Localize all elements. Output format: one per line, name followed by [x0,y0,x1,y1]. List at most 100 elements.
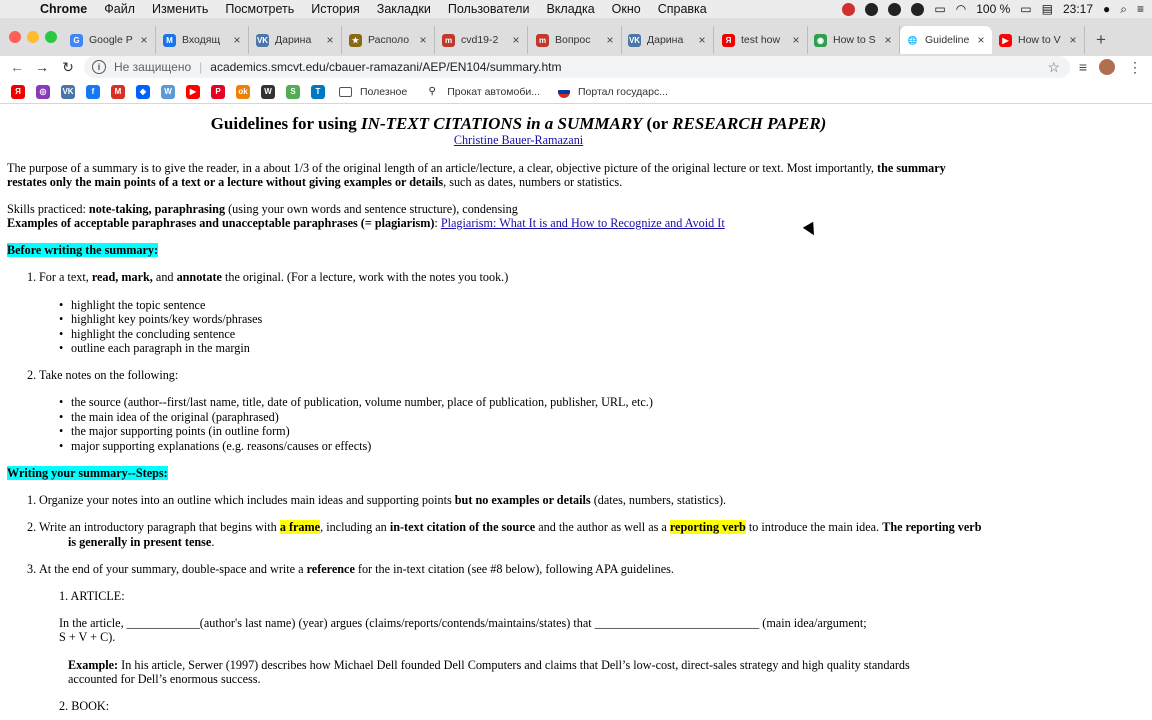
clock[interactable]: 23:17 [1063,2,1093,16]
tab-favicon-icon: 🌐 [907,35,918,45]
address-bar[interactable]: i Не защищено | academics.smcvt.edu/cbau… [84,56,1070,78]
tab-close-icon[interactable]: × [881,33,895,47]
browser-tab[interactable]: M Входящ × [157,26,249,54]
subitem-book: 2. BOOK: [59,699,110,713]
record-icon[interactable] [842,2,856,16]
window-minimize-button[interactable] [27,31,39,43]
step-text: Organize your notes into an outline whic… [39,493,455,507]
tab-close-icon[interactable]: × [974,33,988,47]
bookmark-vk-icon[interactable]: VK [61,84,75,99]
sync-icon[interactable] [911,2,925,16]
tab-close-icon[interactable]: × [603,33,617,47]
back-button[interactable]: ← [8,58,26,76]
forward-button[interactable]: → [33,58,51,76]
browser-tab[interactable]: ▶ How to V × [993,26,1085,54]
media-control-icon[interactable]: ≡ [1074,58,1092,76]
browser-tab[interactable]: VK Дарина × [622,26,714,54]
tab-favicon-icon: ★ [349,33,362,47]
input-source-flag-icon[interactable]: ▤ [1042,2,1053,16]
menu-edit[interactable]: Изменить [152,2,208,16]
list-number: 1. [27,493,37,507]
status-icon[interactable] [865,2,879,16]
bookmark-pinterest-icon[interactable]: P [211,84,225,99]
bookmark-wikipedia-icon[interactable]: W [261,84,275,99]
menu-window[interactable]: Окно [612,2,641,16]
browser-tab[interactable]: 🌐 Guideline × [900,26,992,54]
tab-close-icon[interactable]: × [230,33,244,47]
wifi-icon[interactable]: ◠ [956,2,966,16]
battery-icon[interactable]: ▭ [1020,2,1031,16]
tab-close-icon[interactable]: × [695,33,709,47]
browser-tab[interactable]: G Google P × [64,26,156,54]
bookmark-star-icon[interactable]: ☆ [1047,59,1060,76]
bookmark-label: Полезное [360,85,408,98]
step-text: At the end of your summary, double-space… [39,562,307,576]
window-zoom-button[interactable] [45,31,57,43]
bookmarks-bar: Я ◎ VK f M ◆ W ▶ Pok W S T Полезное ⚲ Прокат автомо… [0,80,1152,104]
menu-file[interactable]: Файл [104,2,135,16]
tab-close-icon[interactable]: × [416,33,430,47]
list-item: highlight the topic sentence [59,298,205,313]
article-template-line1: In the article, ____________(author's la… [59,616,867,630]
window-close-button[interactable] [9,31,21,43]
bookmark-facebook-icon[interactable]: f [86,84,100,99]
tab-close-icon[interactable]: × [1066,33,1080,47]
browser-tab[interactable]: m cvd19-2 × [436,26,528,54]
bookmark-car-rental[interactable]: ⚲ Прокат автомоби... [425,85,540,99]
bookmark-youtube-icon[interactable]: ▶ [186,84,200,99]
cloud-icon[interactable] [888,2,902,16]
url-text[interactable]: academics.smcvt.edu/cbauer-ramazani/AEP/… [210,60,561,74]
tab-close-icon[interactable]: × [323,33,337,47]
bookmark-dropbox-icon[interactable]: ◆ [136,84,150,99]
user-icon[interactable]: ● [1103,2,1110,16]
spotlight-search-icon[interactable]: ⌕ [1120,2,1127,17]
browser-tab[interactable]: VK Дарина × [250,26,342,54]
tab-favicon-icon: m [442,33,455,47]
menu-history[interactable]: История [311,2,359,16]
skills-line: Skills practiced: note-taking, paraphras… [7,202,518,217]
menu-people[interactable]: Пользователи [448,2,530,16]
menu-help[interactable]: Справка [658,2,707,16]
browser-tab[interactable]: m Вопрос × [530,26,622,54]
writing-steps-heading: Writing your summary--Steps: [7,466,168,481]
step-bold: in-text citation of the source [389,520,536,534]
author-link[interactable]: Christine Bauer-Ramazani [454,133,583,147]
menu-bookmarks[interactable]: Закладки [377,2,431,16]
bookmark-wildberries-icon[interactable]: W [161,84,175,99]
bookmark-folder-poleznoe[interactable]: Полезное [339,86,407,98]
browser-tab[interactable]: ◉ How to S × [808,26,900,54]
browser-tab[interactable]: Яtest how × [716,26,808,54]
bookmark-gov-portal[interactable]: Портал государс... [557,85,668,98]
tab-close-icon[interactable]: × [137,33,151,47]
tab-close-icon[interactable]: × [789,33,803,47]
browser-tab[interactable]: ★ Располо × [343,26,435,54]
control-center-icon[interactable]: ≡ [1137,2,1144,16]
before-writing-heading: Before writing the summary: [7,243,159,258]
tab-favicon-icon: VK [628,33,641,47]
bookmark-ok-icon[interactable]: ok [236,84,250,99]
profile-avatar[interactable] [1099,59,1115,75]
chrome-menu-icon[interactable]: ⋮ [1126,58,1144,76]
battery-percent[interactable]: 100 % [976,2,1010,16]
bookmark-trello-icon[interactable]: T [311,84,325,99]
bookmark-instagram-icon[interactable]: ◎ [36,84,50,99]
tab-favicon-icon: m [536,33,549,47]
plagiarism-link[interactable]: Plagiarism: What It is and How to Recogn… [441,216,725,230]
bookmark-yandex-icon[interactable]: Я [11,84,25,99]
bookmark-stepik-icon[interactable]: S [286,84,300,99]
new-tab-button[interactable]: + [1093,30,1109,50]
tab-title: Guideline [925,34,970,46]
reload-button[interactable]: ↻ [59,58,77,76]
tab-title: How to S [833,34,876,46]
site-info-icon[interactable]: i [92,60,106,74]
menu-tab[interactable]: Вкладка [546,2,594,16]
menu-view[interactable]: Посмотреть [225,2,294,16]
menu-app-chrome[interactable]: Chrome [40,2,87,16]
airplay-icon[interactable]: ▭ [934,2,945,16]
tab-favicon-icon: VK [256,33,269,47]
tab-close-icon[interactable]: × [509,33,523,47]
bookmark-gmail-icon[interactable]: M [111,84,125,99]
folder-icon [339,86,352,97]
step-text: . [211,535,215,549]
tab-title: Вопрос [555,34,591,46]
